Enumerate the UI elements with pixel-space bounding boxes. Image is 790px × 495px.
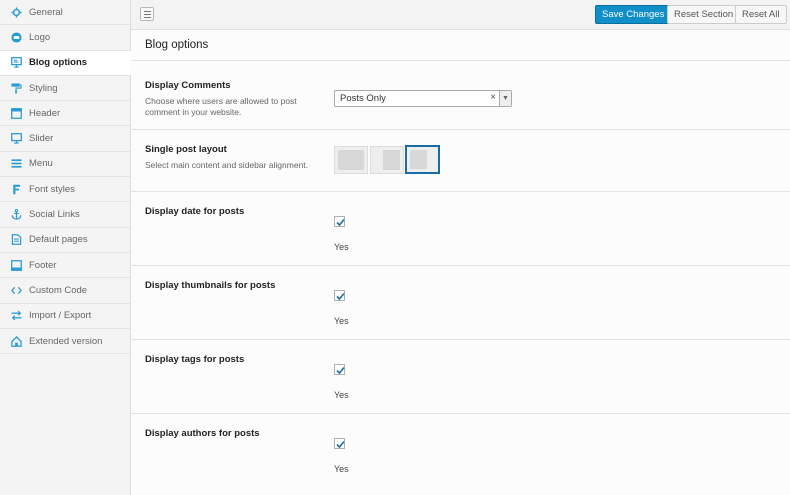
display-thumbnails-checkbox[interactable] [334, 290, 345, 301]
sidebar-item-label: Blog options [29, 57, 88, 69]
slider-icon [10, 133, 22, 145]
select-value: Posts Only [340, 93, 386, 104]
setting-row-display-date: Display date for posts [131, 192, 790, 266]
setting-row-single-post-layout: Single post layout Select main content a… [131, 130, 790, 192]
setting-row-display-tags: Display tags for posts [131, 340, 790, 414]
page-title: Blog options [145, 39, 209, 51]
footer-icon [10, 259, 22, 271]
main-panel: Blog options Display Comments Choose whe… [131, 30, 790, 495]
reset-all-button[interactable]: Reset All [735, 5, 787, 24]
pages-icon [10, 234, 22, 246]
sidebar-item-label: Slider [29, 133, 54, 145]
sidebar-item-label: Logo [29, 31, 51, 43]
sidebar-item-styling[interactable]: Styling [0, 76, 130, 102]
monitor-icon [10, 57, 22, 69]
setting-row-display-authors: Display authors for posts [131, 414, 790, 495]
header-icon [10, 107, 22, 119]
setting-row-display-thumbnails: Display thumbnails for posts [131, 266, 790, 340]
sidebar-item-label: Menu [29, 158, 53, 170]
sidebar-item-menu[interactable]: Menu [0, 152, 130, 178]
font-icon [10, 183, 22, 195]
anchor-icon [10, 209, 22, 221]
checkbox-value-text: Yes [334, 242, 349, 252]
checkmark-icon [336, 440, 345, 449]
sidebar-item-social-links[interactable]: Social Links [0, 202, 130, 228]
setting-label: Display date for posts [145, 206, 245, 217]
sidebar-item-blog-options[interactable]: Blog options [0, 50, 131, 76]
sidebar-item-import-export[interactable]: Import / Export [0, 304, 130, 329]
sidebar-item-label: Header [29, 107, 61, 119]
top-toolbar: Save Changes Reset Section Reset All [131, 0, 790, 30]
setting-label: Display Comments [145, 80, 231, 91]
paint-roller-icon [10, 82, 22, 94]
save-changes-button[interactable]: Save Changes [595, 5, 672, 24]
checkbox-value-text: Yes [334, 390, 349, 400]
sidebar-item-header[interactable]: Header [0, 101, 130, 127]
setting-label: Display authors for posts [145, 428, 260, 439]
code-icon [10, 284, 22, 296]
sidebar-item-logo[interactable]: Logo [0, 25, 130, 51]
sidebar: General Logo Blog options Styling Header… [0, 0, 131, 495]
display-date-checkbox[interactable] [334, 216, 345, 227]
sidebar-item-footer[interactable]: Footer [0, 253, 130, 279]
layout-option-left-sidebar[interactable] [370, 146, 404, 174]
display-authors-checkbox[interactable] [334, 438, 345, 449]
setting-label: Display tags for posts [145, 354, 245, 365]
sidebar-item-slider[interactable]: Slider [0, 126, 130, 152]
sidebar-item-label: Footer [29, 259, 57, 271]
panel-toggle-icon[interactable] [140, 7, 154, 21]
reset-section-button[interactable]: Reset Section [667, 5, 741, 24]
checkmark-icon [336, 366, 345, 375]
display-tags-checkbox[interactable] [334, 364, 345, 375]
layout-option-right-sidebar[interactable] [405, 145, 440, 174]
checkmark-icon [336, 218, 345, 227]
chevron-down-icon[interactable]: ▼ [499, 91, 511, 106]
content-block [410, 150, 427, 169]
content-block [383, 150, 400, 170]
checkmark-icon [336, 292, 345, 301]
sidebar-item-label: Default pages [29, 234, 88, 246]
setting-label: Display thumbnails for posts [145, 280, 276, 291]
sidebar-item-label: General [29, 6, 63, 18]
sidebar-item-label: Social Links [29, 209, 80, 221]
sidebar-item-general[interactable]: General [0, 0, 130, 26]
sidebar-item-font-styles[interactable]: Font styles [0, 177, 130, 203]
sidebar-item-custom-code[interactable]: Custom Code [0, 278, 130, 304]
layout-option-full-width[interactable] [334, 146, 368, 174]
checkbox-value-text: Yes [334, 316, 349, 326]
sidebar-item-label: Import / Export [29, 310, 92, 322]
setting-description: Choose where users are allowed to post c… [145, 96, 297, 117]
divider [131, 60, 790, 61]
sidebar-item-label: Custom Code [29, 284, 88, 296]
sidebar-item-label: Font styles [29, 183, 75, 195]
display-comments-select[interactable]: Posts Only × ▼ [334, 90, 512, 107]
gear-icon [10, 6, 22, 18]
import-export-icon [10, 310, 22, 322]
home-icon [10, 335, 22, 347]
content-block [338, 150, 364, 170]
logo-icon [10, 31, 22, 43]
menu-icon [10, 158, 22, 170]
sidebar-item-extended-version[interactable]: Extended version [0, 329, 130, 355]
setting-description: Select main content and sidebar alignmen… [145, 160, 309, 170]
checkbox-value-text: Yes [334, 464, 349, 474]
sidebar-item-label: Styling [29, 82, 58, 94]
clear-icon[interactable]: × [490, 92, 496, 103]
setting-label: Single post layout [145, 144, 227, 155]
sidebar-item-default-pages[interactable]: Default pages [0, 228, 130, 253]
sidebar-item-label: Extended version [29, 335, 103, 347]
